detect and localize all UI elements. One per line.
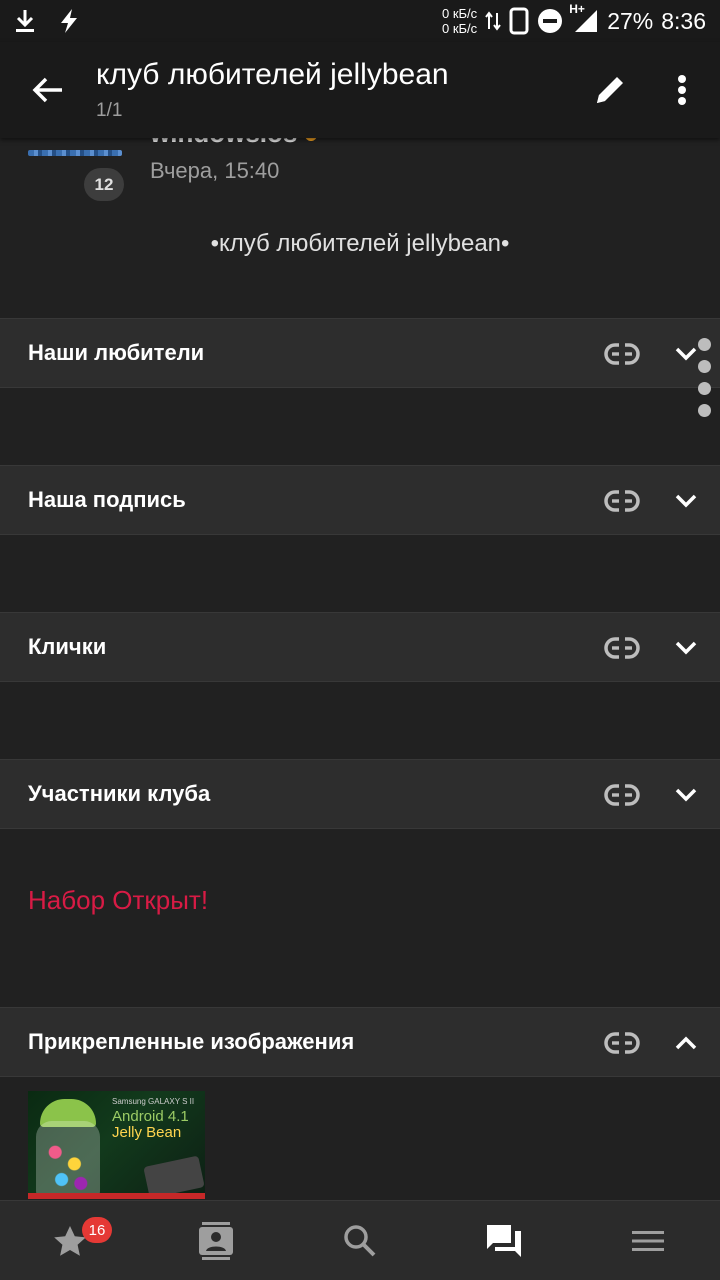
signal-icon: H+ (569, 2, 599, 34)
app-bar: клуб любителей jellybean 1/1 (0, 42, 720, 138)
link-icon[interactable] (600, 484, 644, 518)
nav-forum[interactable] (474, 1217, 534, 1265)
section-header-attachments[interactable]: Прикрепленные изображения (0, 1007, 720, 1077)
recruit-status-text: Набор Открыт! (28, 885, 209, 915)
jellybean-jar (36, 1121, 100, 1199)
favorites-badge: 16 (82, 1217, 112, 1243)
section-header-signature[interactable]: Наша подпись (0, 465, 720, 535)
link-icon[interactable] (600, 778, 644, 812)
menu-icon (632, 1231, 664, 1251)
flash-icon (58, 8, 80, 34)
battery-level: 27% (607, 7, 654, 34)
back-button[interactable] (24, 66, 72, 114)
phone-icon (509, 7, 529, 35)
chevron-down-icon[interactable] (666, 778, 706, 812)
page-title: клуб любителей jellybean (96, 58, 449, 91)
clock: 8:36 (661, 7, 706, 34)
link-icon[interactable] (600, 631, 644, 665)
chevron-up-icon[interactable] (666, 1026, 706, 1060)
section-header-members[interactable]: Участники клуба (0, 759, 720, 829)
section-title: Наша подпись (28, 487, 186, 512)
status-bar: 0 кБ/с 0 кБ/с H+ 27% 8:36 (0, 0, 720, 42)
pencil-icon (597, 77, 623, 103)
chevron-down-icon[interactable] (666, 631, 706, 665)
more-options-button[interactable] (658, 66, 706, 114)
forum-icon (487, 1225, 521, 1257)
arrow-back-icon (32, 77, 62, 103)
chevron-down-icon[interactable] (666, 484, 706, 518)
reputation-badge: 12 (84, 168, 124, 201)
section-title: Наши любители (28, 340, 205, 365)
page-counter: 1/1 (96, 100, 123, 121)
section-title: Клички (28, 634, 107, 659)
nav-menu[interactable] (618, 1217, 678, 1265)
search-icon (344, 1225, 376, 1257)
contacts-icon (199, 1222, 233, 1260)
nav-contacts[interactable] (186, 1217, 246, 1265)
section-header-nicknames[interactable]: Клички (0, 612, 720, 682)
link-icon[interactable] (600, 1026, 644, 1060)
section-header-lovers[interactable]: Наши любители (0, 318, 720, 388)
post-text: •клуб любителей jellybean• (210, 230, 510, 257)
link-icon[interactable] (600, 337, 644, 371)
bottom-navigation: 16 (0, 1200, 720, 1280)
post-date: Вчера, 15:40 (150, 158, 280, 183)
section-title: Участники клуба (28, 781, 211, 806)
do-not-disturb-icon (537, 8, 563, 34)
avatar[interactable] (28, 138, 124, 166)
more-vert-icon (678, 75, 686, 105)
attachment-thumbnail[interactable]: Samsung GALAXY S II Android 4.1 Jelly Be… (28, 1091, 205, 1199)
data-transfer-icon (485, 9, 501, 33)
nav-search[interactable] (330, 1217, 390, 1265)
edit-button[interactable] (586, 66, 634, 114)
network-speed: 0 кБ/с 0 кБ/с (442, 6, 478, 36)
download-icon (14, 8, 36, 34)
scroll-indicator[interactable] (698, 338, 712, 426)
section-title: Прикрепленные изображения (28, 1029, 355, 1054)
